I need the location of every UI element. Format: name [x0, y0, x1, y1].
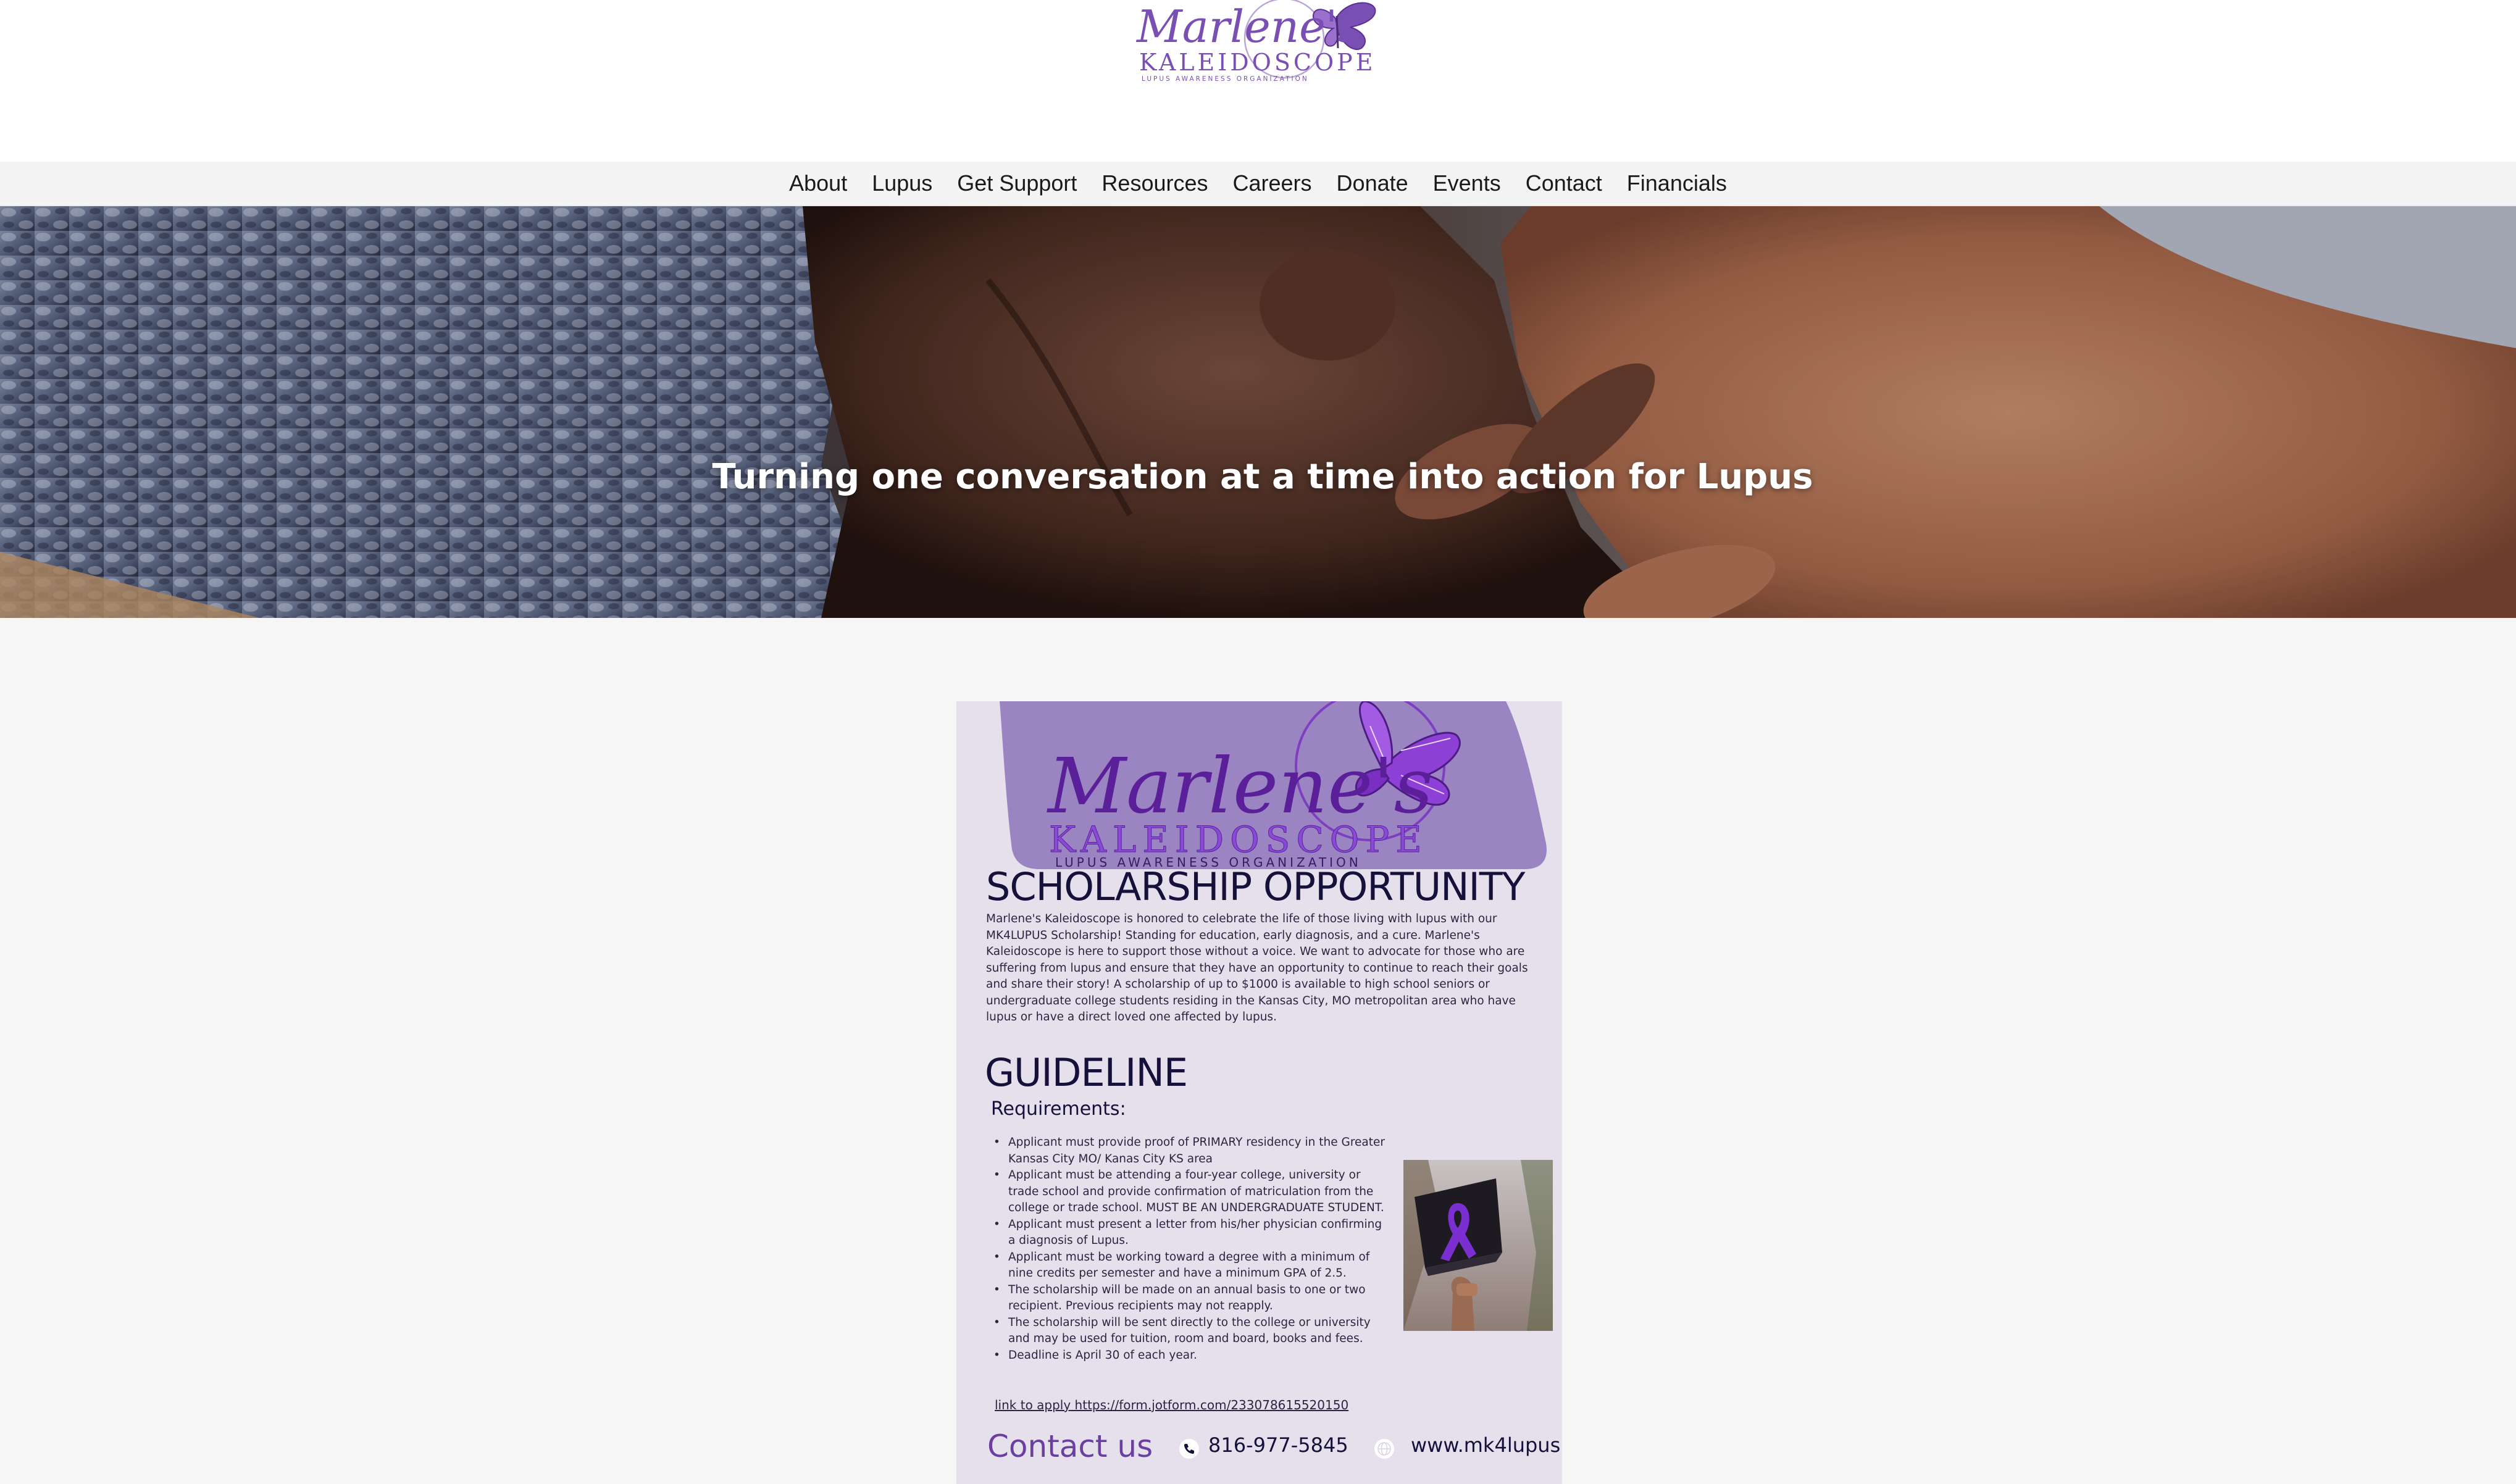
main-nav: About Lupus Get Support Resources Career… — [0, 162, 2516, 206]
logo-script-text: Marlene's — [1135, 1, 1360, 52]
hero-image — [0, 206, 2516, 618]
contact-row: Contact us 816-977-5845 www.mk4lupus.org — [987, 1425, 1562, 1468]
requirements-label: Requirements: — [991, 1098, 1126, 1120]
list-item: Applicant must be working toward a degre… — [993, 1249, 1389, 1282]
list-item: Applicant must present a letter from his… — [993, 1217, 1389, 1249]
flyer-logo-script: Marlene's — [1047, 742, 1433, 831]
nav-item-careers[interactable]: Careers — [1221, 162, 1324, 205]
globe-icon — [1374, 1439, 1394, 1459]
apply-link[interactable]: link to apply https://form.jotform.com/2… — [995, 1398, 1348, 1412]
list-item: The scholarship will be made on an annua… — [993, 1282, 1389, 1315]
contact-title: Contact us — [987, 1428, 1153, 1464]
flyer-logo-wordmark: KALEIDOSCOPE — [1049, 819, 1428, 861]
graduation-photo — [1403, 1160, 1553, 1331]
website-link[interactable]: www.mk4lupus.org — [1411, 1433, 1562, 1457]
hero-title: Turning one conversation at a time into … — [712, 457, 1813, 497]
logo-wordmark: KALEIDOSCOPE — [1139, 49, 1376, 76]
scholarship-intro: Marlene's Kaleidoscope is honored to cel… — [986, 912, 1528, 1023]
scholarship-flyer: Marlene's KALEIDOSCOPE LUPUS AWARENESS O… — [956, 701, 1562, 1484]
nav-item-contact[interactable]: Contact — [1513, 162, 1615, 205]
nav-item-get-support[interactable]: Get Support — [945, 162, 1089, 205]
nav-item-events[interactable]: Events — [1421, 162, 1513, 205]
flyer-banner: Marlene's KALEIDOSCOPE LUPUS AWARENESS O… — [1000, 701, 1547, 870]
guideline-heading: GUIDELINE — [985, 1050, 1188, 1095]
list-item: Applicant must provide proof of PRIMARY … — [993, 1135, 1389, 1167]
requirements-list: Applicant must provide proof of PRIMARY … — [993, 1135, 1389, 1364]
nav-item-financials[interactable]: Financials — [1615, 162, 1739, 205]
list-item: Deadline is April 30 of each year. — [993, 1348, 1389, 1364]
list-item: The scholarship will be sent directly to… — [993, 1315, 1389, 1348]
logo-tagline: LUPUS AWARENESS ORGANIZATION — [1142, 75, 1309, 83]
nav-item-donate[interactable]: Donate — [1324, 162, 1421, 205]
phone-number[interactable]: 816-977-5845 — [1208, 1433, 1348, 1457]
scholarship-heading: SCHOLARSHIP OPPORTUNITY — [986, 864, 1526, 909]
hero-banner — [0, 206, 2516, 618]
nav-item-about[interactable]: About — [777, 162, 859, 205]
site-logo[interactable]: Marlene's KALEIDOSCOPE LUPUS AWARENESS O… — [1133, 0, 1380, 86]
phone-icon — [1179, 1439, 1199, 1459]
nav-item-resources[interactable]: Resources — [1089, 162, 1220, 205]
nav-item-lupus[interactable]: Lupus — [859, 162, 945, 205]
site-header: Marlene's KALEIDOSCOPE LUPUS AWARENESS O… — [0, 0, 2516, 162]
list-item: Applicant must be attending a four-year … — [993, 1167, 1389, 1217]
